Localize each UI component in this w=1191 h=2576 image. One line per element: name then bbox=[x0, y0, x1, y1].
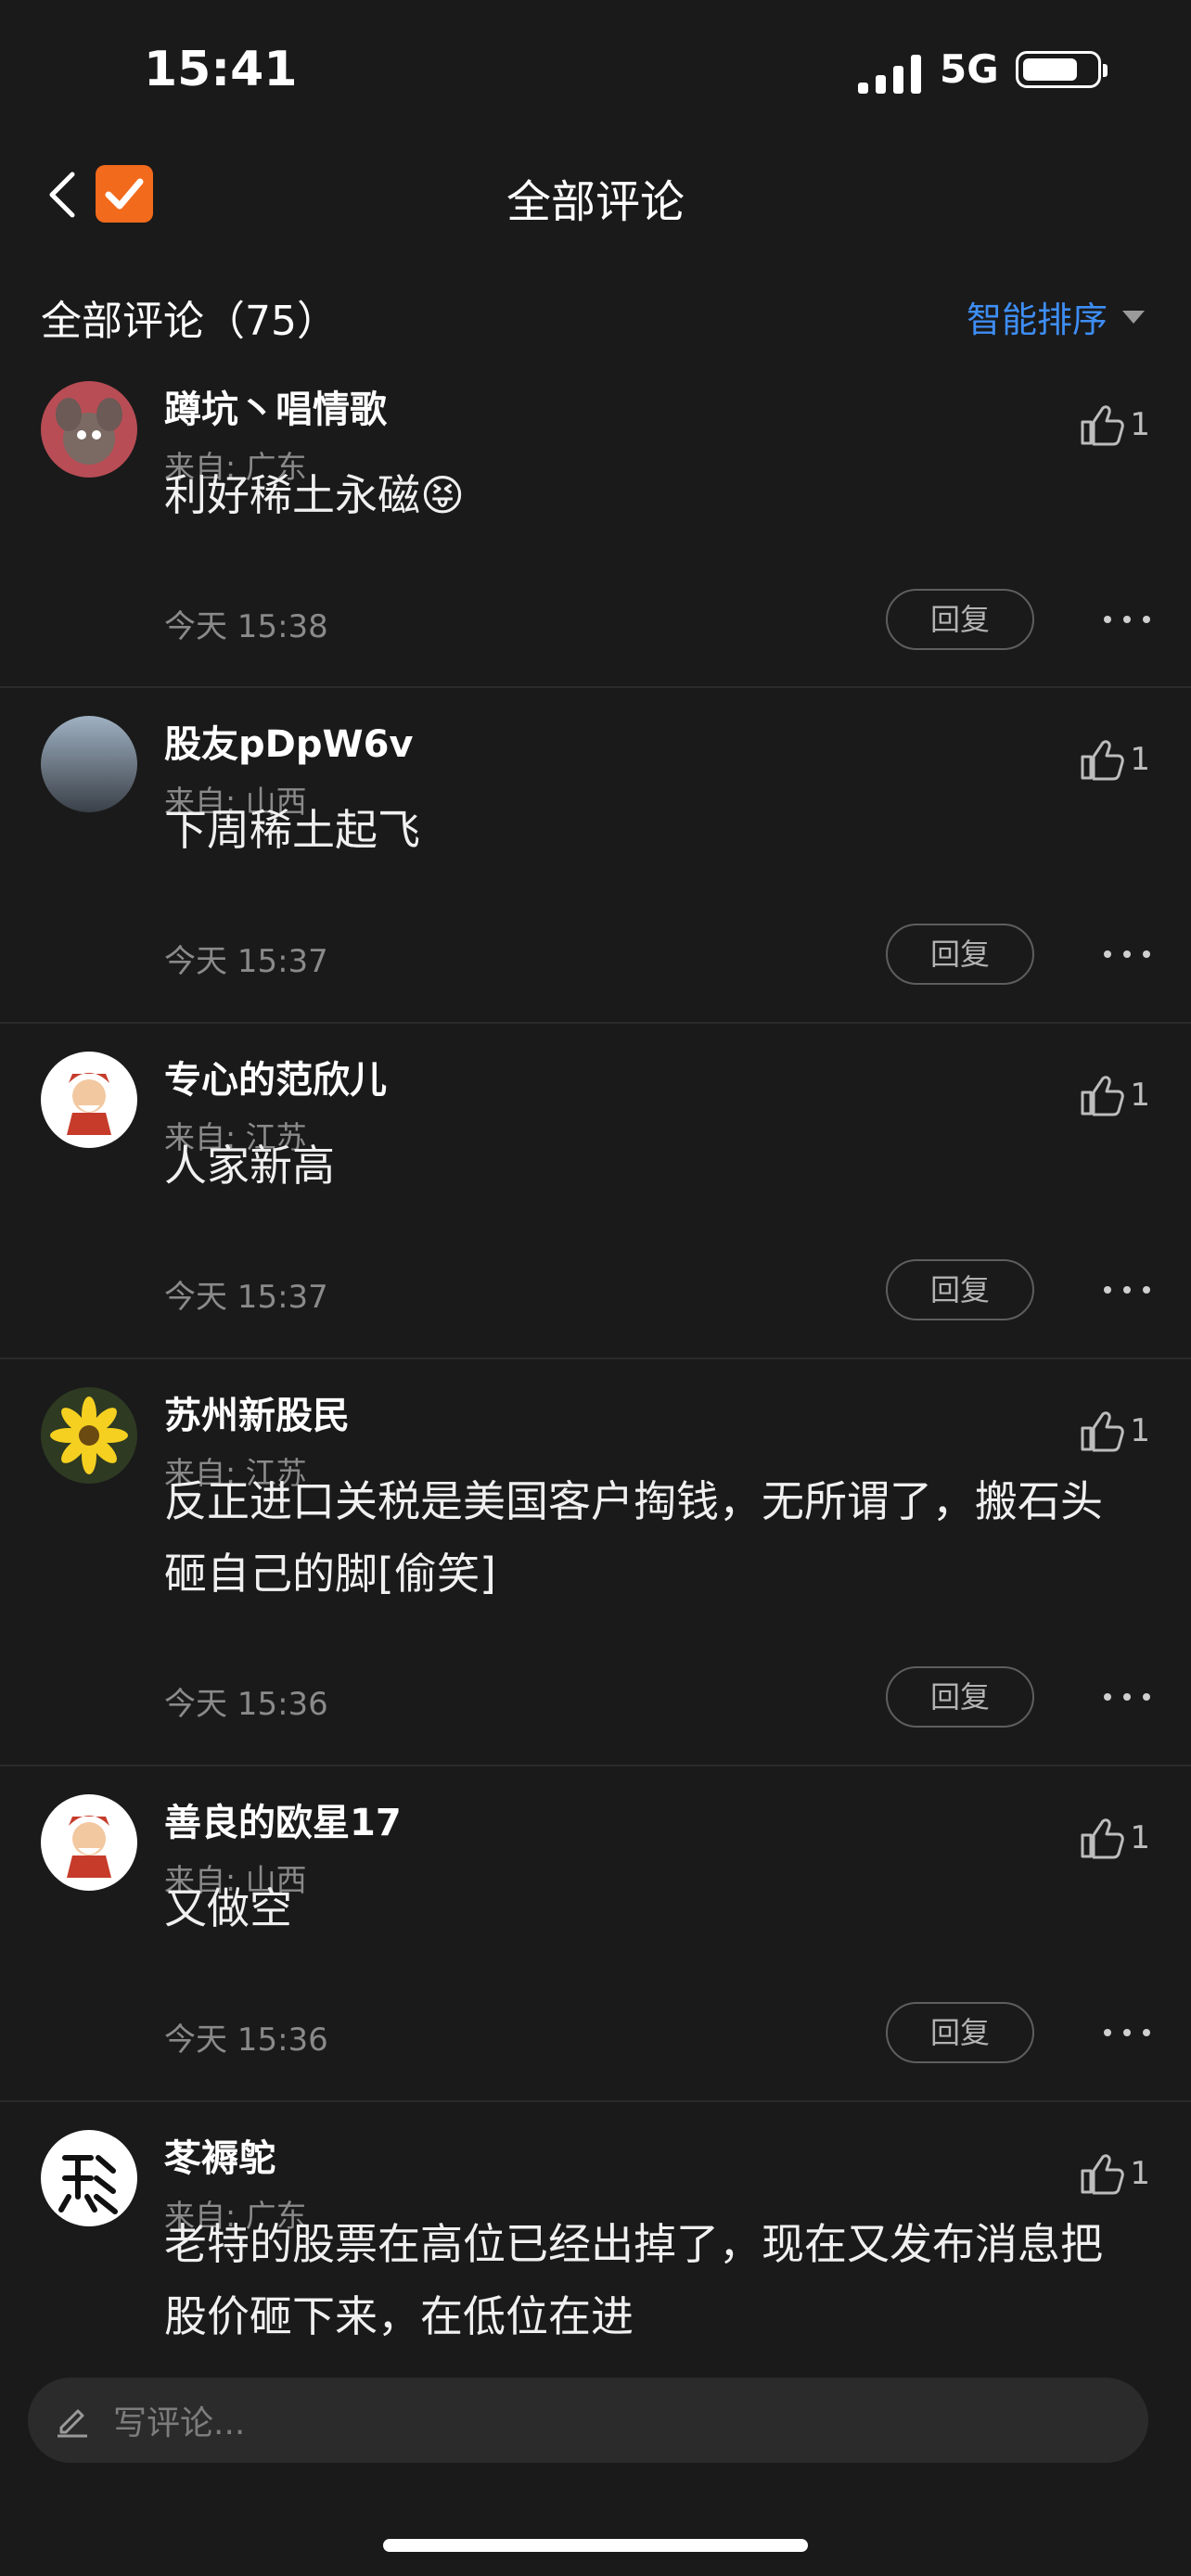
like-count: 1 bbox=[1130, 1077, 1150, 1114]
comment-text: 又做空 bbox=[164, 1883, 292, 1933]
avatar[interactable] bbox=[41, 2130, 137, 2226]
status-bar: 15:41 5G bbox=[0, 0, 1191, 139]
comment-time: 今天 15:37 bbox=[164, 943, 328, 980]
avatar[interactable] bbox=[41, 381, 137, 478]
avatar[interactable] bbox=[41, 716, 137, 812]
comment-time: 今天 15:38 bbox=[164, 608, 328, 645]
avatar[interactable] bbox=[41, 1794, 137, 1891]
comment-list[interactable]: 蹲坑丶唱情歌 来自: 广东 1 利好稀土永磁😝 今天 15:38 回复 股友pD… bbox=[0, 376, 1191, 2355]
more-options-icon[interactable] bbox=[1104, 2023, 1150, 2042]
reply-button[interactable]: 回复 bbox=[886, 1259, 1034, 1320]
reply-button[interactable]: 回复 bbox=[886, 2002, 1034, 2063]
thumbs-up-icon bbox=[1081, 2154, 1125, 2195]
comments-header: 全部评论（75） 智能排序 bbox=[0, 278, 1191, 352]
avatar[interactable] bbox=[41, 1052, 137, 1148]
comment-text: 利好稀土永磁😝 bbox=[164, 470, 465, 520]
reply-button[interactable]: 回复 bbox=[886, 589, 1034, 650]
more-options-icon[interactable] bbox=[1104, 1688, 1150, 1706]
avatar[interactable] bbox=[41, 1387, 137, 1484]
reply-button[interactable]: 回复 bbox=[886, 924, 1034, 985]
comment-input[interactable]: 写评论... bbox=[28, 2378, 1148, 2463]
like-button[interactable]: 1 bbox=[1080, 1409, 1150, 1452]
username[interactable]: 善良的欧星17 bbox=[164, 1792, 402, 1846]
thumbs-up-icon bbox=[1081, 740, 1125, 781]
comment-text: 人家新高 bbox=[164, 1141, 335, 1191]
like-count: 1 bbox=[1130, 2155, 1150, 2192]
comment-item: 苏州新股民 来自: 江苏 1 反正进口关税是美国客户掏钱，无所谓了，搬石头砸自己… bbox=[0, 1359, 1191, 1766]
network-type: 5G bbox=[940, 46, 999, 92]
cellular-signal-icon bbox=[858, 51, 923, 94]
status-time: 15:41 bbox=[144, 42, 298, 97]
like-count: 1 bbox=[1130, 1412, 1150, 1449]
like-button[interactable]: 1 bbox=[1080, 403, 1150, 446]
comment-text: 反正进口关税是美国客户掏钱，无所谓了，搬石头砸自己的脚[偷笑] bbox=[164, 1476, 1103, 1599]
like-button[interactable]: 1 bbox=[1080, 738, 1150, 781]
thumbs-up-icon bbox=[1081, 405, 1125, 446]
comment-time: 今天 15:36 bbox=[164, 1686, 328, 1723]
like-button[interactable]: 1 bbox=[1080, 1074, 1150, 1116]
username[interactable]: 专心的范欣儿 bbox=[164, 1050, 387, 1103]
comment-item: 苳褥鸵 来自: 广东 1 老特的股票在高位已经出掉了，现在又发布消息把股价砸下来… bbox=[0, 2102, 1191, 2355]
more-options-icon[interactable] bbox=[1104, 1281, 1150, 1299]
thumbs-up-icon bbox=[1081, 1411, 1125, 1452]
username[interactable]: 股友pDpW6v bbox=[164, 714, 414, 768]
comment-input-placeholder: 写评论... bbox=[113, 2404, 246, 2442]
comment-time: 今天 15:37 bbox=[164, 1279, 328, 1316]
more-options-icon[interactable] bbox=[1104, 945, 1150, 963]
bottom-bar: 写评论... bbox=[0, 2355, 1191, 2576]
thumbs-up-icon bbox=[1081, 1076, 1125, 1116]
comments-count-title: 全部评论（75） bbox=[41, 298, 338, 345]
page-title: 全部评论 bbox=[506, 176, 685, 228]
more-options-icon[interactable] bbox=[1104, 610, 1150, 629]
like-button[interactable]: 1 bbox=[1080, 1817, 1150, 1859]
thumbs-up-icon bbox=[1081, 1818, 1125, 1859]
nav-bar: 全部评论 bbox=[0, 139, 1191, 250]
sort-label: 智能排序 bbox=[966, 300, 1108, 340]
username[interactable]: 苳褥鸵 bbox=[164, 2128, 275, 2182]
like-count: 1 bbox=[1130, 1819, 1150, 1856]
comment-item: 股友pDpW6v 来自: 山西 1 下周稀土起飞 今天 15:37 回复 bbox=[0, 688, 1191, 1024]
comment-item: 蹲坑丶唱情歌 来自: 广东 1 利好稀土永磁😝 今天 15:38 回复 bbox=[0, 376, 1191, 688]
battery-icon bbox=[1016, 51, 1108, 88]
username[interactable]: 蹲坑丶唱情歌 bbox=[164, 379, 387, 433]
comment-item: 善良的欧星17 来自: 山西 1 又做空 今天 15:36 回复 bbox=[0, 1766, 1191, 2102]
reply-button[interactable]: 回复 bbox=[886, 1666, 1034, 1728]
username[interactable]: 苏州新股民 bbox=[164, 1385, 350, 1439]
like-count: 1 bbox=[1130, 406, 1150, 443]
home-indicator[interactable] bbox=[383, 2539, 808, 2552]
caret-down-icon bbox=[1122, 310, 1145, 324]
comment-item: 专心的范欣儿 来自: 江苏 1 人家新高 今天 15:37 回复 bbox=[0, 1024, 1191, 1359]
comment-text: 老特的股票在高位已经出掉了，现在又发布消息把股价砸下来，在低位在进 bbox=[164, 2219, 1103, 2341]
like-button[interactable]: 1 bbox=[1080, 2152, 1150, 2195]
comment-time: 今天 15:36 bbox=[164, 2021, 328, 2059]
like-count: 1 bbox=[1130, 741, 1150, 778]
pencil-icon bbox=[58, 2409, 87, 2438]
sort-dropdown[interactable]: 智能排序 bbox=[967, 291, 1145, 342]
comment-text: 下周稀土起飞 bbox=[164, 805, 420, 855]
